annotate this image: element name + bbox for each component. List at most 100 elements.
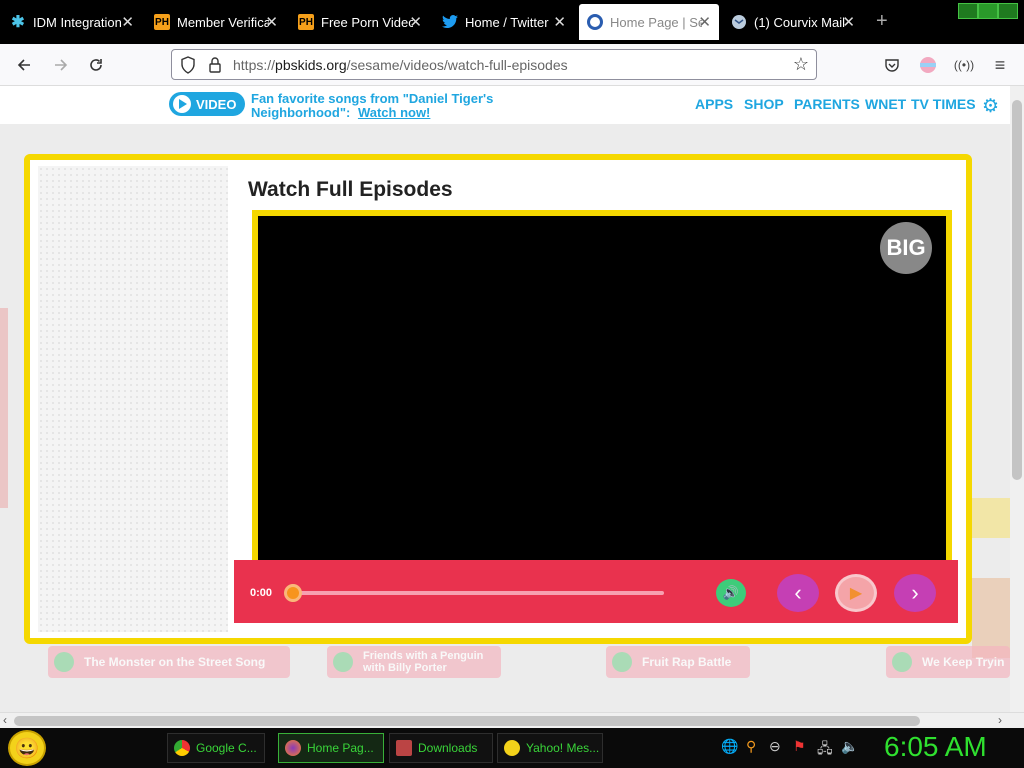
scroll-right-icon[interactable]: › bbox=[998, 713, 1002, 727]
tab-free-videos[interactable]: PH Free Porn Videos ✕ bbox=[290, 4, 430, 40]
video-label: VIDEO bbox=[196, 96, 237, 112]
taskbar-item-downloads[interactable]: Downloads bbox=[389, 733, 493, 763]
firefox-icon bbox=[285, 740, 301, 756]
progress-track[interactable] bbox=[292, 591, 664, 595]
player-controls: 0:00 🔊 ‹ ▶ › bbox=[234, 560, 958, 623]
nav-tv-times[interactable]: TV TIMES bbox=[911, 96, 976, 112]
play-icon bbox=[892, 652, 912, 672]
search-icon[interactable]: ⚲ bbox=[746, 738, 756, 755]
related-video-item[interactable]: Friends with a Penguin with Billy Porter bbox=[327, 646, 501, 678]
taskbar-item-yahoo-messenger[interactable]: Yahoo! Mes... bbox=[497, 733, 603, 763]
start-button[interactable]: 😀 bbox=[8, 730, 46, 766]
gear-icon[interactable]: ⚙ bbox=[982, 95, 999, 118]
taskbar-item-firefox[interactable]: Home Pag... bbox=[278, 733, 384, 763]
progress-knob[interactable] bbox=[284, 584, 302, 602]
ph-icon: PH bbox=[298, 14, 314, 30]
url-prefix: https:// bbox=[233, 56, 276, 73]
episode-list-panel bbox=[38, 166, 228, 632]
shield-icon[interactable] bbox=[180, 56, 196, 79]
taskbar-item-label: Home Pag... bbox=[307, 741, 374, 755]
close-tab-icon[interactable]: ✕ bbox=[265, 13, 278, 31]
related-video-item[interactable]: Fruit Rap Battle bbox=[606, 646, 750, 678]
tab-member-verification[interactable]: PH Member Verificati ✕ bbox=[146, 4, 286, 40]
play-icon bbox=[54, 652, 74, 672]
vertical-scroll-thumb[interactable] bbox=[1012, 100, 1022, 480]
maximize-icon[interactable] bbox=[978, 3, 998, 19]
extension-icon[interactable]: ((•)) bbox=[952, 53, 976, 77]
new-tab-icon[interactable]: + bbox=[876, 10, 888, 33]
taskbar-item-label: Google C... bbox=[196, 741, 257, 755]
related-video-label: Fruit Rap Battle bbox=[642, 655, 732, 669]
twitter-icon bbox=[442, 14, 458, 30]
pbs-kids-icon bbox=[587, 14, 603, 30]
nav-apps[interactable]: APPS bbox=[695, 96, 733, 112]
nav-wnet[interactable]: WNET bbox=[865, 96, 906, 112]
play-icon bbox=[612, 652, 632, 672]
tab-twitter[interactable]: Home / Twitter ✕ bbox=[434, 4, 574, 40]
lock-icon[interactable] bbox=[208, 56, 222, 79]
play-icon[interactable]: ▶ bbox=[835, 574, 877, 612]
account-icon[interactable] bbox=[916, 53, 940, 77]
play-icon bbox=[173, 95, 191, 113]
tab-pbs-home-page[interactable]: Home Page | Sesa ✕ bbox=[579, 4, 719, 40]
tab-label: IDM Integration bbox=[33, 14, 122, 30]
reload-icon[interactable] bbox=[84, 53, 108, 77]
nav-shop[interactable]: SHOP bbox=[744, 96, 784, 112]
flag-icon[interactable]: ⚑ bbox=[793, 738, 806, 755]
related-video-label: The Monster on the Street Song bbox=[84, 655, 266, 669]
tab-strip: ✱ IDM Integration ✕ PH Member Verificati… bbox=[0, 0, 1024, 44]
idm-icon: ✱ bbox=[11, 14, 25, 31]
taskbar-item-chrome[interactable]: Google C... bbox=[167, 733, 265, 763]
horizontal-scrollbar[interactable]: ‹ › bbox=[0, 712, 1024, 728]
address-bar[interactable]: https://pbskids.org/sesame/videos/watch-… bbox=[171, 49, 817, 80]
network-icon[interactable]: 🖧 bbox=[817, 738, 833, 762]
promo-banner: Fan favorite songs from "Daniel Tiger's … bbox=[251, 92, 511, 120]
page-content: VIDEO Fan favorite songs from "Daniel Ti… bbox=[0, 86, 1010, 712]
video-button[interactable]: VIDEO bbox=[169, 92, 245, 116]
menu-hamburger-icon[interactable]: ≡ bbox=[988, 53, 1012, 77]
pbs-header: VIDEO Fan favorite songs from "Daniel Ti… bbox=[0, 86, 1010, 124]
taskbar-item-label: Yahoo! Mes... bbox=[526, 741, 600, 755]
close-window-icon[interactable] bbox=[998, 3, 1018, 19]
forward-arrow-icon[interactable] bbox=[49, 53, 73, 77]
related-video-item[interactable]: The Monster on the Street Song bbox=[48, 646, 290, 678]
volume-icon[interactable]: 🔊 bbox=[716, 579, 746, 607]
url-text[interactable]: https://pbskids.org/sesame/videos/watch-… bbox=[233, 57, 568, 73]
related-video-label: We Keep Tryin bbox=[922, 655, 1005, 669]
next-icon[interactable]: › bbox=[894, 574, 936, 612]
close-tab-icon[interactable]: ✕ bbox=[698, 13, 711, 31]
tab-idm-integration[interactable]: ✱ IDM Integration ✕ bbox=[2, 4, 142, 40]
video-player[interactable] bbox=[258, 216, 946, 562]
related-video-item[interactable]: We Keep Tryin bbox=[886, 646, 1010, 678]
pocket-icon[interactable] bbox=[880, 53, 904, 77]
url-path: /sesame/videos/watch-full-episodes bbox=[346, 56, 568, 73]
previous-icon[interactable]: ‹ bbox=[777, 574, 819, 612]
bookmark-star-icon[interactable]: ☆ bbox=[793, 54, 809, 75]
back-arrow-icon[interactable] bbox=[12, 53, 36, 77]
tab-label: Home / Twitter bbox=[465, 14, 549, 30]
clock: 6:05 AM bbox=[884, 731, 987, 762]
close-tab-icon[interactable]: ✕ bbox=[121, 13, 134, 31]
time-display: 0:00 bbox=[250, 587, 273, 599]
vertical-scrollbar[interactable] bbox=[1010, 86, 1024, 712]
watch-now-link[interactable]: Watch now! bbox=[358, 105, 430, 120]
close-tab-icon[interactable]: ✕ bbox=[409, 13, 422, 31]
tab-courvix-mail[interactable]: (1) Courvix Mail ✕ bbox=[723, 4, 863, 40]
big-mode-button[interactable]: BIG bbox=[880, 222, 932, 274]
scroll-left-icon[interactable]: ‹ bbox=[3, 713, 7, 727]
tab-label: (1) Courvix Mail bbox=[754, 14, 846, 30]
speaker-icon[interactable]: 🔈 bbox=[841, 738, 858, 755]
close-tab-icon[interactable]: ✕ bbox=[553, 13, 566, 31]
close-tab-icon[interactable]: ✕ bbox=[842, 13, 855, 31]
tab-label: Member Verificati bbox=[177, 14, 269, 30]
horizontal-scroll-thumb[interactable] bbox=[14, 716, 920, 726]
downloads-icon bbox=[396, 740, 412, 756]
related-video-label: Friends with a Penguin with Billy Porter bbox=[363, 650, 484, 674]
nav-parents[interactable]: PARENTS bbox=[794, 96, 860, 112]
play-icon bbox=[333, 652, 353, 672]
network-globe-icon[interactable]: 🌐 bbox=[721, 738, 738, 755]
minus-circle-icon[interactable]: ⊖ bbox=[769, 738, 781, 755]
minimize-icon[interactable] bbox=[958, 3, 978, 19]
yahoo-messenger-icon bbox=[504, 740, 520, 756]
video-card: Watch Full Episodes BIG 0:00 🔊 ‹ ▶ › bbox=[24, 154, 972, 644]
